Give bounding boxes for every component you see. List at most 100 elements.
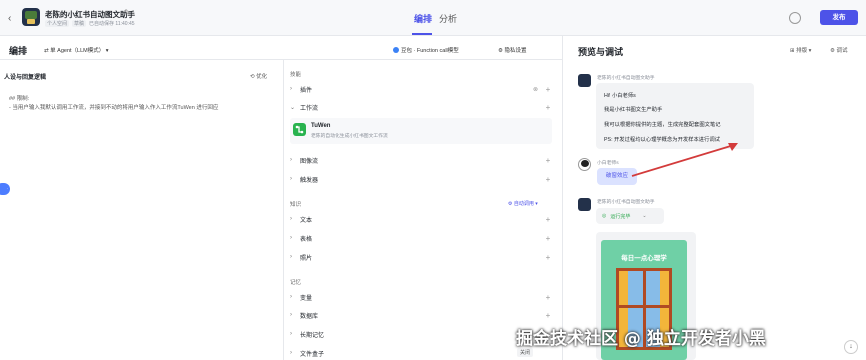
workflow-label: 工作流 bbox=[300, 105, 319, 112]
tab-analysis[interactable]: 分析 bbox=[439, 12, 457, 25]
chevron-right-icon: › bbox=[290, 86, 292, 92]
add-database-button[interactable]: + bbox=[544, 311, 552, 320]
debug-label: 调试 bbox=[836, 48, 848, 54]
divider bbox=[562, 36, 563, 360]
add-text-button[interactable]: + bbox=[544, 215, 552, 224]
debug-button[interactable]: ⚙ 调试 bbox=[830, 46, 847, 54]
prompt-line[interactable]: ## 限制: bbox=[9, 94, 29, 102]
privacy-label: 隐私设置 bbox=[504, 48, 527, 54]
poster-title: 每日一点心理学 bbox=[621, 255, 667, 262]
chevron-right-icon: › bbox=[290, 350, 292, 356]
bot-line: 我可以根据你提供的主题，生成完整配套图文笔记 bbox=[604, 122, 721, 128]
workflow-card[interactable] bbox=[290, 118, 552, 144]
chevron-right-icon: › bbox=[290, 235, 292, 241]
auto-icon[interactable]: ⊗ bbox=[533, 86, 538, 93]
workflow-name: TuWen bbox=[311, 123, 331, 129]
add-image-flow-button[interactable]: + bbox=[544, 156, 552, 165]
optimize-button[interactable]: ⟲ 优化 bbox=[250, 72, 267, 80]
save-status: 已自动保存 11:40:45 bbox=[89, 21, 135, 27]
run-status-label: 运行完毕 bbox=[610, 213, 631, 220]
annotation-arrow-icon bbox=[631, 143, 738, 177]
workflow-row[interactable]: ⌄ 工作流 + bbox=[290, 101, 552, 113]
database-label: 数据库 bbox=[300, 313, 319, 320]
draft-badge: 草稿 bbox=[72, 20, 87, 27]
editor-title: 编排 bbox=[9, 46, 28, 56]
knowledge-section-title: 知识 bbox=[290, 202, 302, 208]
knowledge-photo-row[interactable]: › 照片 + bbox=[290, 251, 552, 263]
long-memory-label: 长期记忆 bbox=[300, 332, 325, 339]
file-box-label: 文件盒子 bbox=[300, 351, 325, 358]
chevron-right-icon: › bbox=[290, 331, 292, 337]
layout-select[interactable]: ⊞ 排版 ▾ bbox=[790, 46, 811, 54]
collapse-handle[interactable]: · bbox=[0, 183, 10, 195]
auto-call-select[interactable]: ⚙ 自动调用 ▾ bbox=[508, 200, 538, 207]
knowledge-table-row[interactable]: › 表格 + bbox=[290, 232, 552, 244]
long-memory-row[interactable]: › 长期记忆 + bbox=[290, 328, 552, 340]
file-box-toggle[interactable]: 关闭 bbox=[517, 348, 534, 357]
add-workflow-button[interactable]: + bbox=[544, 103, 552, 112]
check-icon: ◎ bbox=[602, 213, 607, 219]
chevron-right-icon: › bbox=[290, 216, 292, 222]
plugins-label: 插件 bbox=[300, 87, 313, 94]
add-table-button[interactable]: + bbox=[544, 234, 552, 243]
prompt-line[interactable]: - 当用户输入我默认调用工作流，并接到不动的将用户输入作入工作流TuWen 进行… bbox=[9, 103, 218, 111]
image-flow-row[interactable]: › 图像流 + bbox=[290, 154, 552, 166]
edit-icon[interactable]: ✎ bbox=[124, 8, 131, 17]
app-avatar bbox=[22, 8, 40, 26]
chevron-right-icon: › bbox=[290, 294, 292, 300]
bot-name: 老陈的小红书自动图文助手 bbox=[597, 76, 655, 81]
chevron-right-icon: › bbox=[290, 176, 292, 182]
chevron-left-icon[interactable]: ‹ bbox=[8, 13, 11, 24]
model-label: 豆包 · Function call模型 bbox=[401, 48, 459, 54]
image-flow-label: 图像流 bbox=[300, 158, 319, 165]
space-badge: 个人空间 bbox=[45, 20, 70, 27]
divider bbox=[0, 59, 562, 60]
bot-avatar bbox=[578, 198, 591, 211]
scroll-down-icon[interactable]: ↓ bbox=[844, 340, 858, 354]
variables-label: 变量 bbox=[300, 295, 313, 302]
agent-mode-label: 单 Agent（LLM模式） bbox=[50, 48, 105, 54]
tab-edit[interactable]: 编排 bbox=[414, 12, 432, 25]
user-name: 小白老师s bbox=[597, 161, 619, 166]
persona-title: 人设与回复逻辑 bbox=[4, 75, 47, 81]
add-trigger-button[interactable]: + bbox=[544, 175, 552, 184]
publish-button[interactable]: 发布 bbox=[820, 10, 858, 25]
chevron-right-icon: › bbox=[290, 157, 292, 163]
privacy-settings[interactable]: ⚙ 隐私设置 bbox=[498, 46, 526, 54]
skills-section-title: 技能 bbox=[290, 72, 302, 78]
preview-title: 预览与调试 bbox=[578, 47, 624, 57]
workflow-desc: 老陈的自动化生成小红书图文工作流 bbox=[311, 134, 388, 139]
agent-mode-select[interactable]: ⇄ 单 Agent（LLM模式） ▾ bbox=[44, 46, 109, 54]
auto-call-label: 自动调用 bbox=[513, 201, 534, 207]
optimize-label: 优化 bbox=[256, 74, 268, 80]
triggers-row[interactable]: › 触发器 + bbox=[290, 173, 552, 185]
model-select[interactable]: 豆包 · Function call模型 bbox=[393, 46, 459, 54]
bot-avatar bbox=[578, 74, 591, 87]
file-box-row[interactable]: › 文件盒子 bbox=[290, 347, 552, 359]
database-row[interactable]: › 数据库 + bbox=[290, 309, 552, 321]
run-status[interactable]: ◎ 运行完毕 ⌄ bbox=[596, 208, 664, 224]
bot-name: 老陈的小红书自动图文助手 bbox=[597, 200, 655, 205]
bot-line: 我是小红书图文生产助手 bbox=[604, 107, 663, 113]
app-title: 老陈的小红书自动图文助手 bbox=[45, 10, 135, 19]
plugins-row[interactable]: › 插件 ⊗ + bbox=[290, 83, 552, 95]
model-icon bbox=[393, 47, 399, 53]
workflow-icon bbox=[293, 123, 306, 136]
chevron-right-icon: › bbox=[290, 312, 292, 318]
add-photo-button[interactable]: + bbox=[544, 253, 552, 262]
divider bbox=[283, 60, 284, 360]
history-icon[interactable] bbox=[789, 12, 801, 24]
user-avatar bbox=[578, 158, 591, 171]
knowledge-text-row[interactable]: › 文本 + bbox=[290, 213, 552, 225]
knowledge-photo-label: 照片 bbox=[300, 255, 313, 262]
variables-row[interactable]: › 变量 + bbox=[290, 291, 552, 303]
chevron-right-icon: › bbox=[290, 254, 292, 260]
triggers-label: 触发器 bbox=[300, 177, 319, 184]
knowledge-table-label: 表格 bbox=[300, 236, 313, 243]
chevron-down-icon: ⌄ bbox=[290, 104, 296, 111]
add-plugin-button[interactable]: + bbox=[544, 85, 552, 94]
add-variable-button[interactable]: + bbox=[544, 293, 552, 302]
watermark: 掘金技术社区 @ 独立开发者小黑 bbox=[516, 329, 766, 349]
app-meta: 个人空间 草稿 已自动保存 11:40:45 bbox=[45, 20, 135, 27]
knowledge-text-label: 文本 bbox=[300, 217, 313, 224]
